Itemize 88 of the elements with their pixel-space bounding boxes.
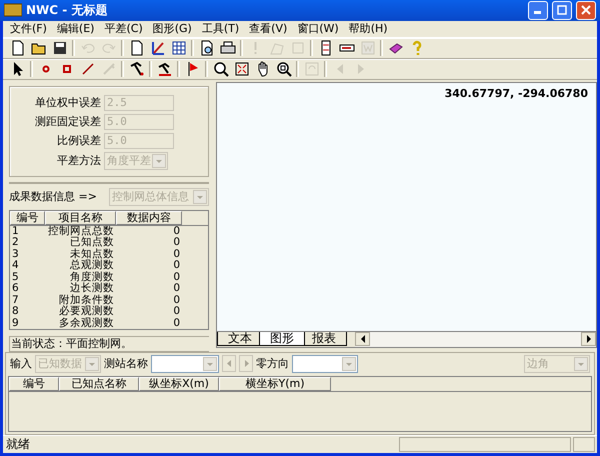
menu-item[interactable]: 工具(T) xyxy=(196,21,244,36)
table-cell-text: 已知点数 xyxy=(69,237,115,248)
status-text: 就绪 xyxy=(5,436,31,453)
table-cell-text: 0 xyxy=(172,248,181,260)
menu-item[interactable]: 平差(C) xyxy=(99,21,148,36)
close-button[interactable] xyxy=(576,0,596,20)
view-tab[interactable]: 图形 xyxy=(259,332,305,346)
table-cell-text: 5 xyxy=(11,272,20,283)
left-arrow-icon xyxy=(360,334,366,343)
table-cell-text: 附加条件数 xyxy=(58,294,115,306)
frame-icon xyxy=(290,40,306,56)
zero-direction-dropdown[interactable] xyxy=(292,354,358,373)
column-header[interactable]: 已知点名称 xyxy=(59,376,139,391)
field-label: 测距固定误差 xyxy=(34,114,101,130)
table-cell-text: 0 xyxy=(172,283,181,295)
table-cell-text: 1 xyxy=(11,226,20,237)
column-header[interactable]: 编号 xyxy=(10,210,45,225)
document-icon xyxy=(360,40,376,56)
table-cell-text: 控制网点总数 xyxy=(47,226,115,237)
maximize-icon xyxy=(557,5,567,16)
field-label: 比例误差 xyxy=(56,133,101,148)
table-cell-text: 8 xyxy=(11,306,20,318)
line-icon xyxy=(80,61,96,78)
column-header[interactable]: 数据内容 xyxy=(116,210,182,225)
app-logo-icon xyxy=(4,3,22,18)
station-label: 测站名称 xyxy=(104,356,148,372)
table-cell-text: 0 xyxy=(172,318,181,330)
table-cell-text: 4 xyxy=(11,260,20,272)
table-cell-text: 6 xyxy=(11,283,20,295)
menu-item[interactable]: 文件(F) xyxy=(5,21,52,36)
menu-item[interactable]: 查看(V) xyxy=(244,21,292,36)
table-cell-text: 多余观测数 xyxy=(58,318,115,330)
table-cell-text: 2 xyxy=(11,237,20,249)
fit-screen-icon xyxy=(234,61,250,78)
hammer-line-icon xyxy=(156,61,172,78)
zoom-icon xyxy=(212,61,228,78)
scroll-left-button[interactable] xyxy=(355,332,370,346)
pen-icon xyxy=(100,61,116,78)
printer-icon xyxy=(220,40,236,56)
page-icon xyxy=(128,40,144,56)
zero-direction-label: 零方向 xyxy=(256,356,289,372)
table-cell-text: 0 xyxy=(172,306,181,318)
status-bar-panel xyxy=(573,437,595,452)
column-header[interactable]: 横坐标Y(m) xyxy=(219,376,331,391)
menu-item[interactable]: 窗口(W) xyxy=(292,21,344,36)
table-cell-text: 0 xyxy=(172,272,181,283)
field-label: 单位权中误差 xyxy=(34,95,101,110)
table-cell-text: 0 xyxy=(172,260,181,272)
pencil-ruler-icon xyxy=(150,40,166,56)
hammer-icon xyxy=(128,61,144,78)
coordinates-readout: 340.67797, -294.06780 xyxy=(444,86,588,100)
table-cell-text: 必要观测数 xyxy=(58,306,115,318)
table-cell-text: 7 xyxy=(11,294,20,306)
right-arrow-icon xyxy=(586,334,592,343)
field-label: 平差方法 xyxy=(56,153,101,168)
minimize-button[interactable] xyxy=(528,0,548,20)
table-cell-text: 9 xyxy=(11,318,20,330)
horizontal-scrollbar[interactable] xyxy=(355,332,596,347)
table-cell-text: 边长测数 xyxy=(69,283,115,294)
magnifier-page-icon xyxy=(198,40,214,56)
column-header[interactable]: 编号 xyxy=(9,376,59,391)
column-header[interactable]: 项目名称 xyxy=(45,210,116,225)
drawing-canvas[interactable]: 340.67797, -294.06780 xyxy=(217,82,596,331)
right-arrow-icon xyxy=(244,360,248,368)
input-label: 输入 xyxy=(10,356,32,372)
menu-item[interactable]: 图形(G) xyxy=(148,21,197,36)
results-label: 成果数据信息 => xyxy=(9,189,97,204)
table-cell-text: 总观测数 xyxy=(69,260,115,272)
menu-item[interactable]: 帮助(H) xyxy=(344,21,393,36)
menu-item[interactable]: 编辑(E) xyxy=(52,21,100,36)
table-icon xyxy=(170,40,186,56)
column-header[interactable]: 纵坐标X(m) xyxy=(139,376,219,391)
left-arrow-icon xyxy=(226,360,232,368)
zoom-window-icon xyxy=(276,61,292,78)
window-title: NWC - 无标题 xyxy=(26,2,108,19)
table-cell-text: 0 xyxy=(172,226,181,237)
table-cell-text: 0 xyxy=(172,294,181,306)
table-cell-text: 0 xyxy=(172,237,181,249)
refresh-icon xyxy=(304,61,320,78)
close-icon xyxy=(581,5,591,16)
table-cell-text: 未知点数 xyxy=(69,248,115,260)
maximize-button[interactable] xyxy=(552,0,572,20)
table-cell-text: 角度测数 xyxy=(69,272,115,283)
table-cell-text: 3 xyxy=(11,248,20,260)
status-text: 当前状态：平面控制网。 xyxy=(9,336,209,352)
scroll-right-button[interactable] xyxy=(581,332,596,346)
blank-page-icon xyxy=(10,40,26,56)
station-dropdown[interactable] xyxy=(151,354,219,373)
